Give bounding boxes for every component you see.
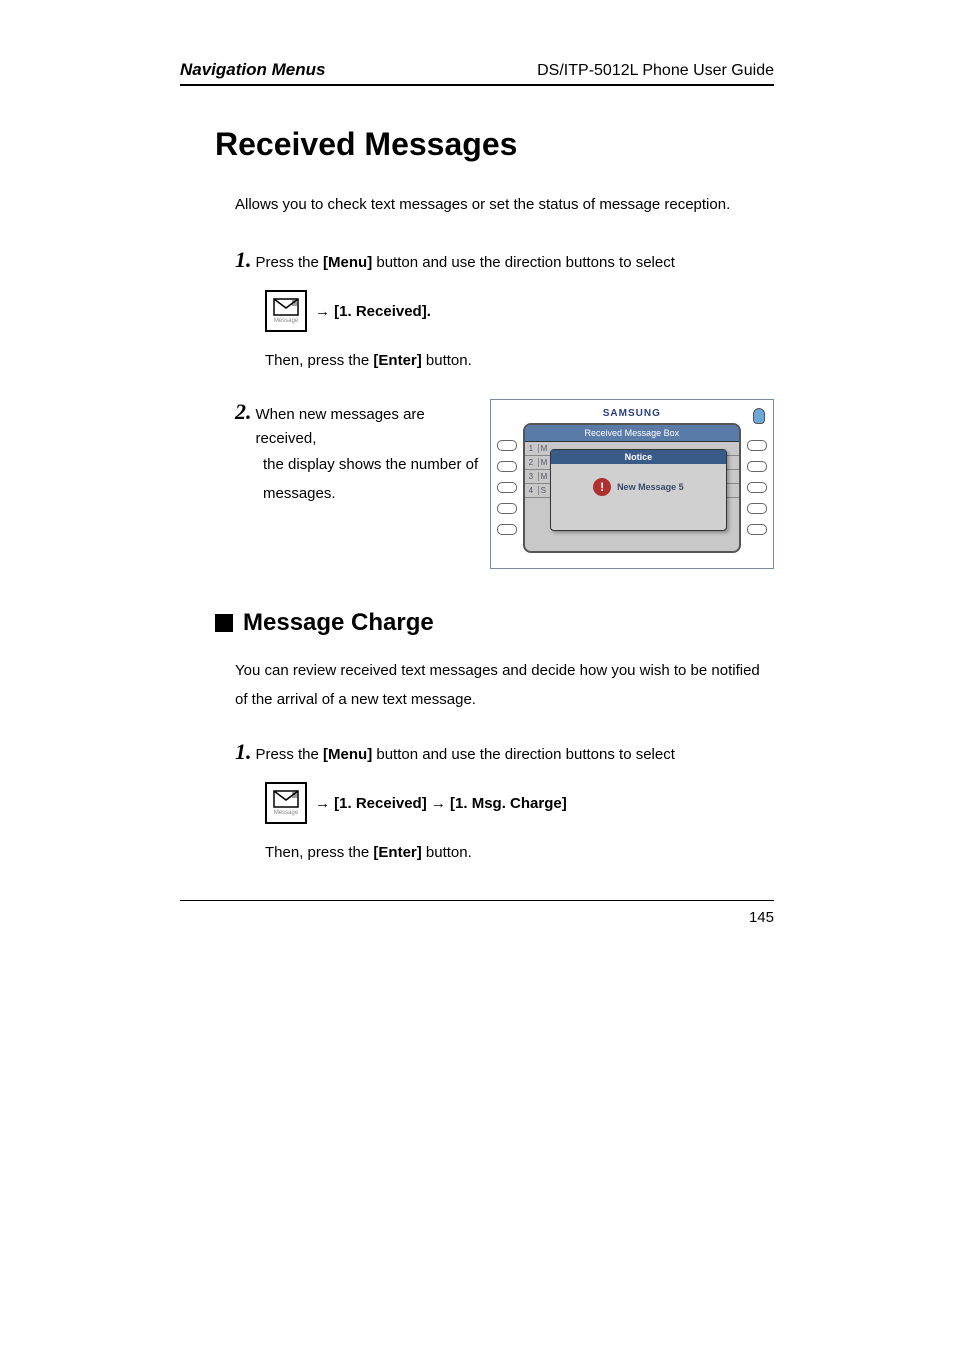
step-1-then: Then, press the [Enter] button.: [265, 352, 774, 369]
side-button: [497, 524, 517, 535]
step-2-text-first: When new messages are received,: [256, 403, 490, 451]
section-heading: Message Charge: [215, 609, 774, 637]
side-button: [747, 503, 767, 514]
section-body: You can review received text messages an…: [235, 657, 774, 714]
message-icon-label: Message: [274, 318, 298, 324]
header-left: Navigation Menus: [180, 60, 325, 80]
section2-step-1-number: 1.: [235, 739, 252, 765]
right-side-buttons: [747, 408, 767, 535]
step-1-text: Press the [Menu] button and use the dire…: [256, 251, 675, 275]
side-button: [747, 482, 767, 493]
section-title: Message Charge: [243, 609, 434, 637]
square-bullet-icon: [215, 614, 233, 632]
section2-step-1-text: Press the [Menu] button and use the dire…: [256, 743, 675, 767]
step-1-icon-row: Message → [1. Received].: [265, 290, 774, 332]
step-1-number: 1.: [235, 247, 252, 273]
envelope-icon: [273, 298, 299, 316]
side-button: [747, 440, 767, 451]
brand-label: SAMSUNG: [523, 408, 741, 419]
envelope-icon: [273, 790, 299, 808]
notice-message: New Message 5: [617, 482, 684, 492]
page-footer: 145: [180, 900, 774, 926]
notice-title: Notice: [551, 450, 726, 464]
step-2-container: 2. When new messages are received, the d…: [235, 399, 774, 569]
header-right: DS/ITP-5012L Phone User Guide: [537, 62, 774, 80]
exclamation-icon: !: [593, 478, 611, 496]
side-button: [497, 461, 517, 472]
side-button: [497, 482, 517, 493]
section2-step-1-path: → [1. Received] → [1. Msg. Charge]: [315, 795, 567, 812]
phone-screenshot: SAMSUNG ☎10 Received Message Box 1M 2M 3…: [490, 399, 774, 569]
lcd-header: Received Message Box: [525, 425, 739, 442]
section2-step-1: 1. Press the [Menu] button and use the d…: [235, 739, 774, 767]
section2-step-1-then: Then, press the [Enter] button.: [265, 844, 774, 861]
led-icon: [753, 408, 765, 424]
step-2-body: the display shows the number of messages…: [263, 451, 490, 508]
section2-step-1-icon-row: Message → [1. Received] → [1. Msg. Charg…: [265, 782, 774, 824]
intro-text: Allows you to check text messages or set…: [235, 193, 774, 217]
lcd-screen: ☎10 Received Message Box 1M 2M 3M 4S Not…: [523, 423, 741, 553]
step-1: 1. Press the [Menu] button and use the d…: [235, 247, 774, 275]
left-side-buttons: [497, 408, 517, 535]
side-button: [497, 503, 517, 514]
notice-popup: Notice ! New Message 5: [550, 449, 727, 531]
message-icon: Message: [265, 290, 307, 332]
side-button: [747, 461, 767, 472]
page-title: Received Messages: [215, 126, 774, 163]
page-header: Navigation Menus DS/ITP-5012L Phone User…: [180, 60, 774, 86]
step-1-path: → [1. Received].: [315, 303, 431, 320]
side-button: [747, 524, 767, 535]
step-2-number: 2.: [235, 399, 252, 425]
message-icon-label: Message: [274, 810, 298, 816]
side-button: [497, 440, 517, 451]
message-icon: Message: [265, 782, 307, 824]
page-number: 145: [749, 909, 774, 926]
